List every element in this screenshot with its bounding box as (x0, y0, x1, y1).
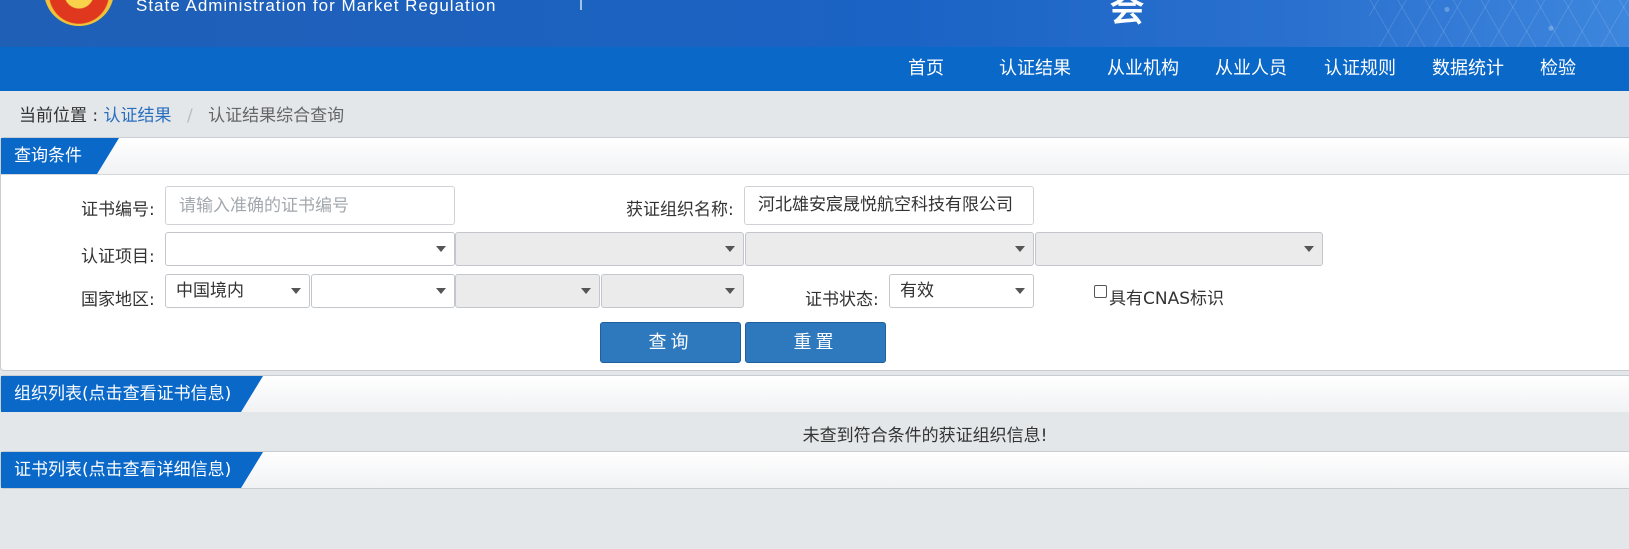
cert-number-label: 证书编号: (81, 200, 155, 220)
cert-project-select-4[interactable] (1035, 232, 1323, 266)
chevron-down-icon (1015, 246, 1025, 252)
cert-status-select[interactable]: 有效 (889, 274, 1034, 308)
org-list-title: 组织列表(点击查看证书信息) (1, 376, 263, 412)
chevron-down-icon (725, 246, 735, 252)
query-conditions-panel: 查询条件 证书编号: 获证组织名称: 河北雄安宸晟悦航空科技有限公司 认证项目:… (0, 137, 1629, 371)
nav-item-rules[interactable]: 认证规则 (1324, 47, 1396, 91)
region-select-1[interactable]: 中国境内 (165, 274, 310, 308)
cert-project-label: 认证项目: (81, 247, 155, 267)
cnas-checkbox-label[interactable]: 具有CNAS标识 (1109, 284, 1224, 309)
national-emblem-logo (44, 0, 114, 26)
chevron-down-icon (581, 288, 591, 294)
cert-status-label: 证书状态: (805, 290, 879, 310)
nav-item-statistics[interactable]: 数据统计 (1432, 47, 1504, 91)
org-list-panel: 组织列表(点击查看证书信息) (0, 375, 1629, 412)
nav-item-inspection[interactable]: 检验 (1540, 47, 1576, 91)
query-panel-header: 查询条件 (1, 138, 1629, 175)
org-name-input[interactable]: 河北雄安宸晟悦航空科技有限公司 (744, 186, 1034, 225)
nav-item-institutions[interactable]: 从业机构 (1107, 47, 1179, 91)
header-divider (580, 0, 582, 10)
reset-button[interactable]: 重置 (745, 322, 886, 363)
header-chinese-title: 会 (1110, 0, 1144, 30)
query-panel-title: 查询条件 (1, 138, 119, 174)
org-name-label: 获证组织名称: (626, 200, 734, 220)
region-select-1-value: 中国境内 (176, 281, 244, 301)
header-english-title: State Administration for Market Regulati… (136, 0, 497, 15)
org-list-empty-message: 未查到符合条件的获证组织信息! (802, 426, 1048, 446)
cert-project-select-3[interactable] (745, 232, 1034, 266)
chevron-down-icon (436, 246, 446, 252)
chevron-down-icon (1015, 288, 1025, 294)
chevron-down-icon (725, 288, 735, 294)
nav-item-home[interactable]: 首页 (908, 47, 944, 91)
nav-item-personnel[interactable]: 从业人员 (1215, 47, 1287, 91)
breadcrumb-current: 认证结果综合查询 (208, 106, 345, 126)
region-label: 国家地区: (81, 290, 155, 310)
cert-list-panel: 证书列表(点击查看详细信息) (0, 451, 1629, 489)
cert-list-title: 证书列表(点击查看详细信息) (1, 452, 263, 488)
region-select-4[interactable] (601, 274, 744, 308)
cnas-checkbox[interactable] (1094, 285, 1107, 298)
nav-item-cert-results[interactable]: 认证结果 (999, 47, 1071, 91)
chevron-down-icon (1304, 246, 1314, 252)
region-select-3[interactable] (455, 274, 600, 308)
cert-project-select-2[interactable] (455, 232, 744, 266)
breadcrumb-link-cert-results[interactable]: 认证结果 (104, 106, 172, 126)
cert-number-input[interactable] (165, 186, 455, 225)
org-list-header: 组织列表(点击查看证书信息) (1, 376, 1629, 412)
chevron-down-icon (291, 288, 301, 294)
header-banner: State Administration for Market Regulati… (0, 0, 1629, 47)
region-select-2[interactable] (311, 274, 455, 308)
header-hexagon-decoration (1369, 0, 1629, 47)
breadcrumb-separator: / (186, 106, 193, 126)
breadcrumb: 当前位置 : 认证结果 / 认证结果综合查询 (19, 101, 344, 126)
main-navigation: 首页 认证结果 从业机构 从业人员 认证规则 数据统计 检验 (0, 47, 1629, 91)
search-button[interactable]: 查询 (600, 322, 741, 363)
chevron-down-icon (436, 288, 446, 294)
cert-status-value: 有效 (900, 281, 934, 301)
breadcrumb-prefix: 当前位置 : (19, 106, 99, 126)
cert-project-select-1[interactable] (165, 232, 455, 266)
cert-list-header: 证书列表(点击查看详细信息) (1, 452, 1629, 488)
